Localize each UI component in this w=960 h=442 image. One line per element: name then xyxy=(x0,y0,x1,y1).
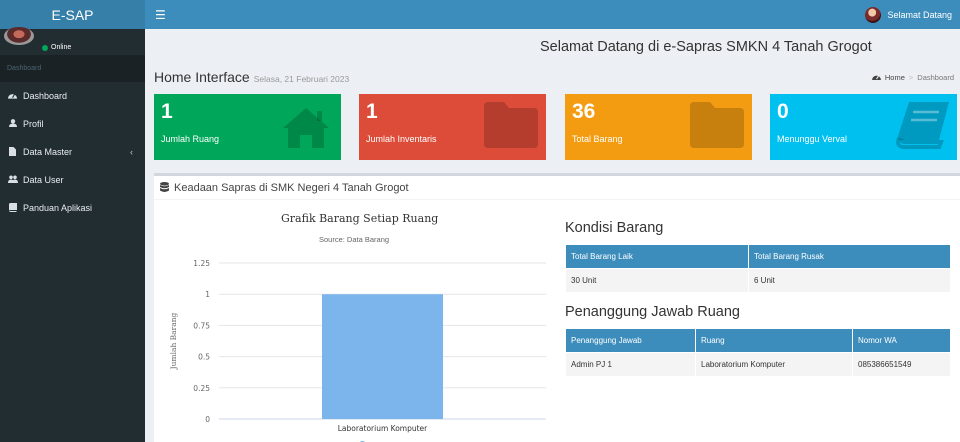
sidebar-item-profil[interactable]: Profil xyxy=(0,110,145,138)
breadcrumb-home[interactable]: Home xyxy=(885,73,905,82)
bar xyxy=(322,294,443,419)
stat-label: Jumlah Inventaris xyxy=(366,134,437,144)
chevron-left-icon: ‹ xyxy=(130,147,133,157)
table-cell: 30 Unit xyxy=(565,268,749,293)
sidebar-section-header: Dashboard xyxy=(0,55,145,82)
y-tick-label: 0 xyxy=(205,415,210,424)
user-panel: Online xyxy=(0,27,145,55)
book-icon xyxy=(896,102,949,149)
stat-box-menunggu-verval: 0 Menunggu Verval xyxy=(770,94,957,160)
welcome-heading: Selamat Datang di e-Sapras SMKN 4 Tanah … xyxy=(540,39,872,55)
bars-icon[interactable]: ☰ xyxy=(155,8,166,22)
table-cell: Laboratorium Komputer xyxy=(695,352,853,377)
stat-box-jumlah-inventaris: 1 Jumlah Inventaris xyxy=(359,94,546,160)
table-header-row: Penanggung Jawab Ruang Nomor WA xyxy=(565,328,951,353)
home-icon xyxy=(283,108,329,148)
book-icon xyxy=(8,202,17,214)
table-header-row: Total Barang Laik Total Barang Rusak xyxy=(565,244,951,269)
panel-header: Keadaan Sapras di SMK Negeri 4 Tanah Gro… xyxy=(154,176,960,200)
sidebar-item-data-user[interactable]: Data User xyxy=(0,166,145,194)
stat-value: 1 xyxy=(366,100,378,123)
stat-box-total-barang: 36 Total Barang xyxy=(565,94,752,160)
pj-title: Penanggung Jawab Ruang xyxy=(565,304,740,320)
y-tick-label: 1.25 xyxy=(193,259,210,268)
table-cell: 085386651549 xyxy=(852,352,951,377)
table-header: Penanggung Jawab xyxy=(565,328,696,353)
chart-title: Grafik Barang Setiap Ruang xyxy=(281,212,439,225)
stat-value: 0 xyxy=(777,100,789,123)
user-menu[interactable]: Selamat Datang xyxy=(865,6,952,23)
header: E-SAP ☰ Selamat Datang xyxy=(0,0,960,29)
kondisi-table: Total Barang Laik Total Barang Rusak 30 … xyxy=(565,244,951,293)
app-logo[interactable]: E-SAP xyxy=(0,0,145,29)
stat-label: Jumlah Ruang xyxy=(161,134,220,144)
sidebar-item-label: Profil xyxy=(23,119,44,129)
online-label: Online xyxy=(51,44,72,51)
main-content: Selamat Datang di e-Sapras SMKN 4 Tanah … xyxy=(145,29,960,442)
users-icon xyxy=(8,175,18,185)
table-cell: Admin PJ 1 xyxy=(565,352,696,377)
y-tick-label: 0.5 xyxy=(198,353,210,362)
sapras-panel: Keadaan Sapras di SMK Negeri 4 Tanah Gro… xyxy=(154,173,960,442)
table-header: Total Barang Rusak xyxy=(748,244,951,269)
stat-box-jumlah-ruang: 1 Jumlah Ruang xyxy=(154,94,341,160)
stat-value: 36 xyxy=(572,100,596,123)
y-tick-label: 0.75 xyxy=(193,321,210,330)
stat-label: Total Barang xyxy=(572,134,623,144)
user-icon xyxy=(8,119,17,129)
dashboard-icon xyxy=(8,91,17,101)
page-title-text: Home Interface xyxy=(154,69,250,85)
y-tick-label: 1 xyxy=(205,290,210,299)
sidebar-item-label: Data Master xyxy=(23,147,73,157)
database-icon xyxy=(160,182,169,192)
table-row: 30 Unit 6 Unit xyxy=(565,268,951,293)
stat-label: Menunggu Verval xyxy=(777,134,848,144)
user-greeting: Selamat Datang xyxy=(887,9,952,20)
pj-table: Penanggung Jawab Ruang Nomor WA Admin PJ… xyxy=(565,328,951,377)
folder-icon xyxy=(690,102,744,148)
online-dot-icon xyxy=(42,44,48,51)
avatar xyxy=(865,6,882,23)
kondisi-title: Kondisi Barang xyxy=(565,220,664,236)
x-tick-label: Laboratorium Komputer xyxy=(338,424,428,433)
sidebar-item-label: Data User xyxy=(23,175,64,185)
breadcrumb-current: Dashboard xyxy=(917,73,954,82)
file-icon xyxy=(8,146,17,158)
dashboard-icon xyxy=(872,73,881,82)
sidebar-item-panduan-aplikasi[interactable]: Panduan Aplikasi xyxy=(0,194,145,222)
panel-title: Keadaan Sapras di SMK Negeri 4 Tanah Gro… xyxy=(174,181,409,194)
top-navbar: ☰ Selamat Datang xyxy=(145,0,960,29)
online-status: Online xyxy=(42,44,71,51)
breadcrumb: Home > Dashboard xyxy=(872,73,954,82)
table-header: Ruang xyxy=(695,328,853,353)
sidebar-item-label: Dashboard xyxy=(23,91,68,101)
y-tick-label: 0.25 xyxy=(193,384,210,393)
table-row: Admin PJ 1 Laboratorium Komputer 0853866… xyxy=(565,352,951,377)
page-date: Selasa, 21 Februari 2023 xyxy=(253,74,350,84)
table-cell: 6 Unit xyxy=(748,268,951,293)
stat-value: 1 xyxy=(161,100,173,123)
y-axis-label: Jumlah Barang xyxy=(169,312,178,370)
sidebar-item-data-master[interactable]: Data Master ‹ xyxy=(0,138,145,166)
page-title: Home Interface Selasa, 21 Februari 2023 xyxy=(154,69,349,85)
breadcrumb-separator: > xyxy=(908,73,914,82)
avatar xyxy=(4,27,34,45)
sidebar: Online Dashboard Dashboard Profil Data M… xyxy=(0,27,145,442)
table-header: Nomor WA xyxy=(852,328,951,353)
folder-icon xyxy=(484,102,538,148)
bar-chart: 0 0.25 0.5 0.75 1 1.25 Jumlah Barang Laboratori… xyxy=(169,259,546,442)
sidebar-item-label: Panduan Aplikasi xyxy=(23,203,93,213)
table-header: Total Barang Laik xyxy=(565,244,749,269)
sidebar-item-dashboard[interactable]: Dashboard xyxy=(0,82,145,110)
